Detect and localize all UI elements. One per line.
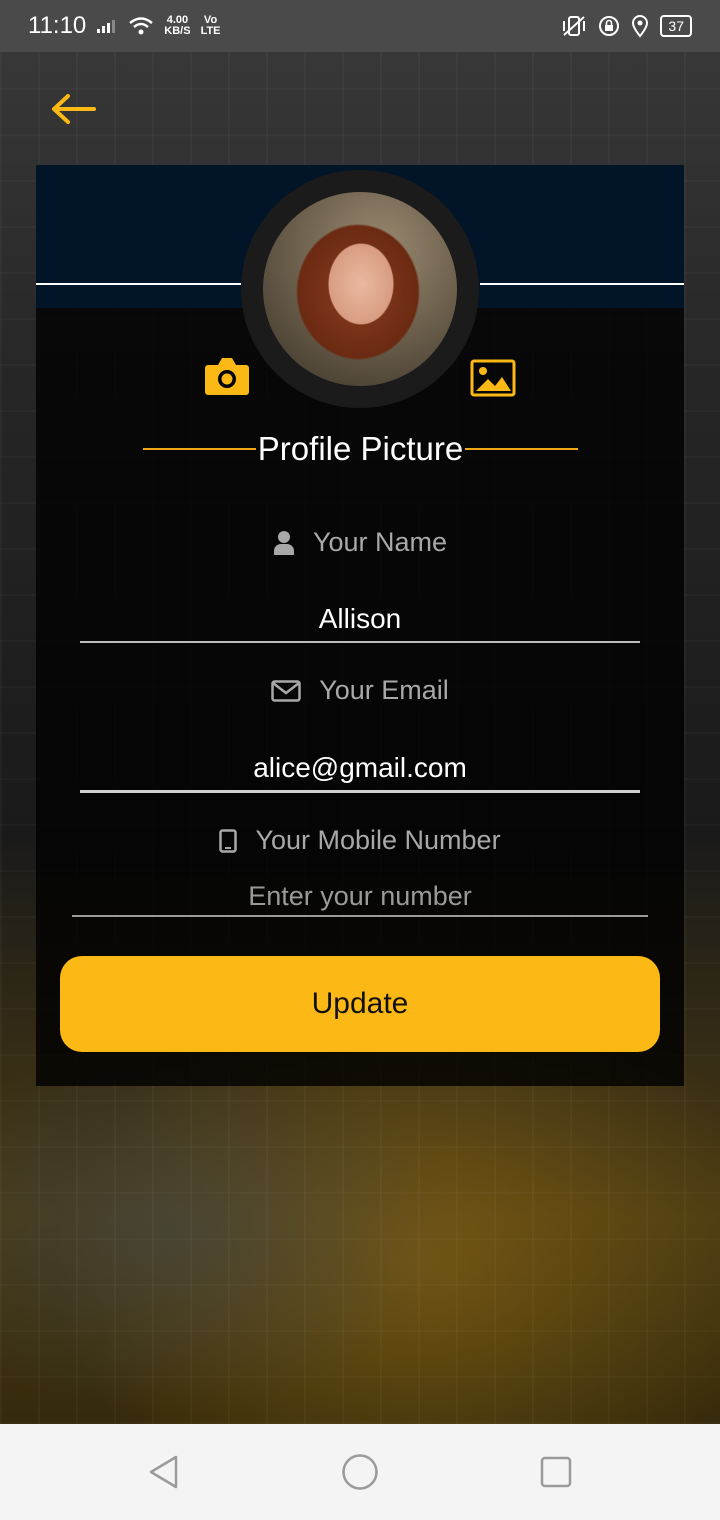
- system-nav-bar: [0, 1424, 720, 1520]
- email-label: Your Email: [319, 675, 449, 705]
- image-icon[interactable]: [470, 359, 516, 397]
- volte-indicator: Vo LTE: [200, 14, 221, 37]
- camera-icon[interactable]: [204, 355, 250, 397]
- network-speed: 4.00 KB/S: [164, 14, 191, 37]
- vibrate-icon: [563, 16, 586, 36]
- battery-indicator: 37: [660, 15, 692, 37]
- profile-picture-heading: Profile Picture: [143, 429, 579, 469]
- name-field-label: Your Name: [36, 527, 684, 558]
- signal-icon: [97, 20, 116, 33]
- email-input[interactable]: alice@gmail.com: [80, 752, 640, 784]
- email-underline: [80, 790, 640, 793]
- divider-line: [143, 448, 256, 450]
- update-button[interactable]: Update: [60, 956, 660, 1052]
- envelope-icon: [271, 679, 301, 702]
- header-divider-left: [36, 283, 241, 285]
- lock-rotation-icon: [599, 16, 620, 36]
- nav-back-icon[interactable]: [146, 1454, 182, 1490]
- back-arrow-icon[interactable]: [50, 92, 96, 126]
- status-time: 11:10: [28, 12, 87, 39]
- mobile-label: Your Mobile Number: [255, 825, 501, 855]
- status-bar: 11:10 4.00 KB/S Vo LTE 37: [0, 0, 720, 52]
- email-field-label: Your Email: [36, 675, 684, 706]
- avatar[interactable]: [241, 170, 479, 408]
- profile-picture-label: Profile Picture: [257, 430, 464, 467]
- user-icon: [273, 530, 294, 555]
- mobile-underline: [72, 915, 648, 917]
- name-underline: [80, 641, 640, 643]
- location-icon: [632, 14, 649, 38]
- name-input[interactable]: Allison: [80, 603, 640, 635]
- header-divider-right: [480, 283, 684, 285]
- mobile-icon: [219, 828, 238, 853]
- profile-card: Profile Picture Your Name Allison Your E…: [36, 165, 684, 1086]
- nav-recents-icon[interactable]: [539, 1455, 573, 1489]
- name-label: Your Name: [312, 527, 448, 557]
- nav-home-icon[interactable]: [341, 1453, 379, 1491]
- wifi-icon: [129, 17, 154, 35]
- profile-photo: [263, 192, 457, 386]
- mobile-field-label: Your Mobile Number: [36, 825, 684, 856]
- mobile-input[interactable]: Enter your number: [80, 881, 640, 912]
- divider-line: [465, 448, 579, 450]
